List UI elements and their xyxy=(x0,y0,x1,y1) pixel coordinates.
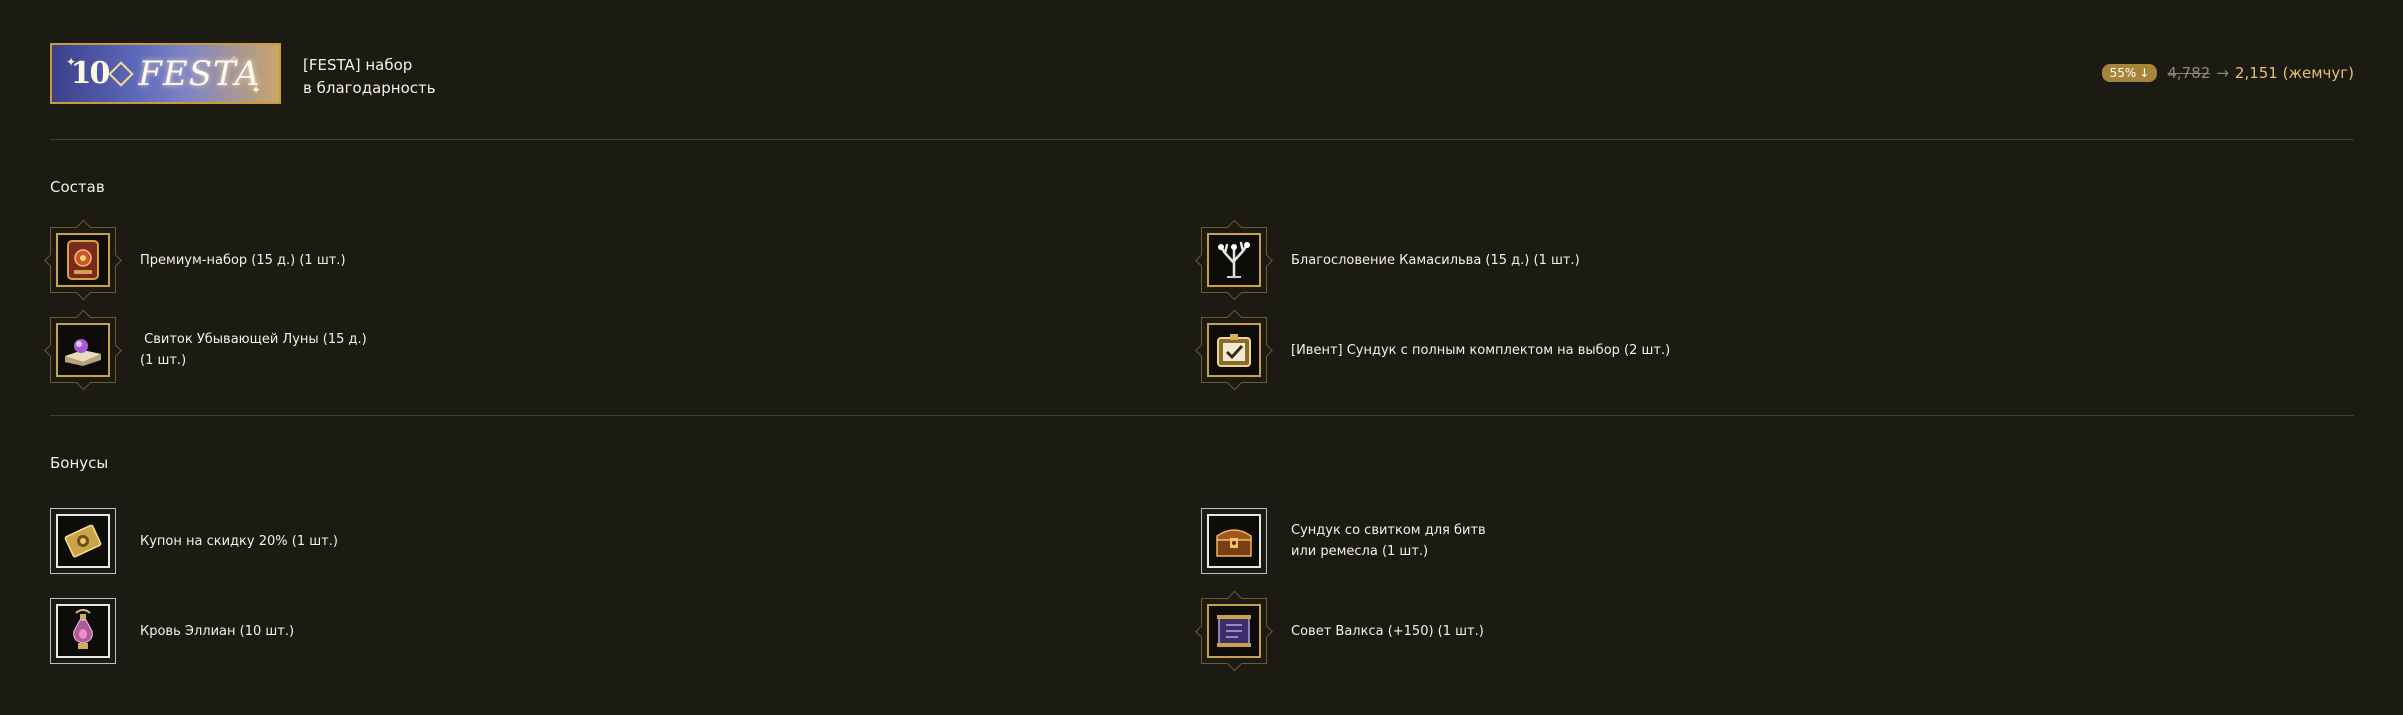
bonus-item-valks-advice[interactable]: Совет Валкса (+150) (1 шт.) xyxy=(1195,590,1484,672)
item-label: [Ивент] Сундук с полным комплектом на вы… xyxy=(1291,340,1670,361)
package-title-line1: [FESTA] набор xyxy=(303,56,413,74)
discount-value: 55% xyxy=(2109,66,2137,80)
item-label-line2: или ремесла (1 шт.) xyxy=(1291,544,1429,559)
item-label-line1: Сундук со свитком для битв xyxy=(1291,523,1486,538)
item-frame xyxy=(1195,309,1273,391)
item-label-line1: Совет Валкса (+150) (1 шт.) xyxy=(1291,623,1484,639)
contents-section-title: Состав xyxy=(50,178,105,196)
banner-number: 10 xyxy=(70,56,111,91)
item-frame xyxy=(1195,219,1273,301)
item-label: Сундук со свитком для битв или ремесла (… xyxy=(1291,520,1486,562)
item-frame xyxy=(1201,508,1267,574)
item-frame xyxy=(44,309,122,391)
item-label-line1: Кровь Эллиан (10 шт.) xyxy=(140,623,295,639)
item-frame xyxy=(50,508,116,574)
price-block: 55% ↓ 4,782 → 2,151 (жемчуг) xyxy=(2101,64,2354,82)
item-label-line1: Премиум-набор (15 д.) (1 шт.) xyxy=(140,252,346,268)
item-frame xyxy=(50,598,116,664)
bonus-item-scroll-chest[interactable]: Сундук со свитком для битв или ремесла (… xyxy=(1201,508,1486,574)
price-arrow: → xyxy=(2216,64,2229,82)
package-detail: ✦ ✦ ✧ 10 FESTA [FESTA] набор в благодарн… xyxy=(44,0,2354,715)
banner-festa-text: FESTA xyxy=(138,53,261,94)
new-price: 2,151 (жемчуг) xyxy=(2234,64,2354,82)
content-item-event-chest[interactable]: [Ивент] Сундук с полным комплектом на вы… xyxy=(1195,309,1670,391)
waning-moon-scroll-icon xyxy=(65,339,101,366)
discount-badge: 55% ↓ xyxy=(2101,64,2158,82)
item-frame xyxy=(1195,590,1273,672)
package-title-line2: в благодарность xyxy=(303,79,436,97)
item-label: Благословение Камасильва (15 д.) (1 шт.) xyxy=(1291,250,1580,271)
kamasylve-blessing-icon xyxy=(1218,241,1250,279)
banner-diamond-icon xyxy=(108,60,135,87)
bonus-item-discount-coupon[interactable]: Купон на скидку 20% (1 шт.) xyxy=(50,508,338,574)
old-price: 4,782 xyxy=(2167,64,2211,82)
item-label: Свиток Убывающей Луны (15 д.) (1 шт.) xyxy=(140,329,367,371)
content-item-kamasylve-blessing[interactable]: Благословение Камасильва (15 д.) (1 шт.) xyxy=(1195,219,1580,301)
item-label: Кровь Эллиан (10 шт.) xyxy=(140,621,294,642)
scroll-chest-icon xyxy=(1216,529,1252,557)
item-label: Купон на скидку 20% (1 шт.) xyxy=(140,531,338,552)
content-item-premium-pack[interactable]: Премиум-набор (15 д.) (1 шт.) xyxy=(44,219,346,301)
item-label-line1: Купон на скидку 20% (1 шт.) xyxy=(140,533,338,549)
premium-pack-icon xyxy=(67,240,99,280)
item-label-line1: Свиток Убывающей Луны (15 д.) xyxy=(140,332,367,347)
event-chest-icon xyxy=(1217,334,1251,367)
elion-blood-icon xyxy=(73,609,93,649)
content-item-waning-moon-scroll[interactable]: Свиток Убывающей Луны (15 д.) (1 шт.) xyxy=(44,309,367,391)
discount-coupon-icon xyxy=(64,524,102,558)
item-label-line1: [Ивент] Сундук с полным комплектом на вы… xyxy=(1291,342,1671,358)
item-label: Премиум-набор (15 д.) (1 шт.) xyxy=(140,250,346,271)
divider xyxy=(50,139,2354,140)
valks-advice-icon xyxy=(1217,615,1251,647)
bonus-item-elion-blood[interactable]: Кровь Эллиан (10 шт.) xyxy=(50,598,294,664)
package-title: [FESTA] набор в благодарность xyxy=(303,54,436,100)
item-frame xyxy=(44,219,122,301)
down-arrow-icon: ↓ xyxy=(2139,66,2150,80)
festa-banner-image: ✦ ✦ ✧ 10 FESTA xyxy=(50,43,281,104)
divider xyxy=(50,415,2354,416)
item-label-line2: (1 шт.) xyxy=(140,353,187,368)
bonuses-section-title: Бонусы xyxy=(50,454,109,472)
item-label-line1: Благословение Камасильва (15 д.) (1 шт.) xyxy=(1291,252,1580,268)
item-label: Совет Валкса (+150) (1 шт.) xyxy=(1291,621,1484,642)
